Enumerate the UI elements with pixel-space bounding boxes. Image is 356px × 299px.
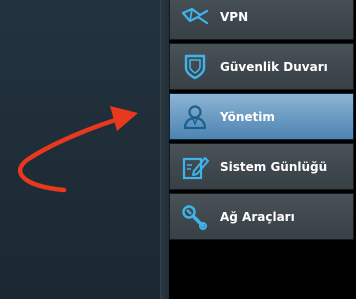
menu-item-firewall[interactable]: Güvenlik Duvarı	[169, 43, 354, 90]
menu-item-vpn[interactable]: VPN	[169, 0, 354, 40]
user-administration-icon	[178, 100, 212, 134]
panel-divider	[160, 0, 169, 299]
vpn-icon	[178, 0, 212, 34]
network-tools-wrench-icon	[178, 200, 212, 234]
red-pointer-arrow	[17, 106, 138, 193]
side-menu: VPN Güvenlik Duvarı Yönetim Sistem Günlü…	[169, 0, 356, 244]
menu-item-label: VPN	[220, 9, 249, 24]
menu-item-label: Yönetim	[220, 109, 275, 124]
menu-item-label: Güvenlik Duvarı	[220, 59, 328, 74]
menu-item-system-log[interactable]: Sistem Günlüğü	[169, 143, 354, 190]
menu-item-network-tools[interactable]: Ağ Araçları	[169, 193, 354, 240]
menu-item-label: Sistem Günlüğü	[220, 159, 328, 174]
menu-item-label: Ağ Araçları	[220, 209, 295, 224]
firewall-shield-icon	[178, 50, 212, 84]
menu-item-administration[interactable]: Yönetim	[169, 93, 354, 140]
menu-bottom-area	[169, 244, 356, 299]
system-log-edit-icon	[178, 150, 212, 184]
